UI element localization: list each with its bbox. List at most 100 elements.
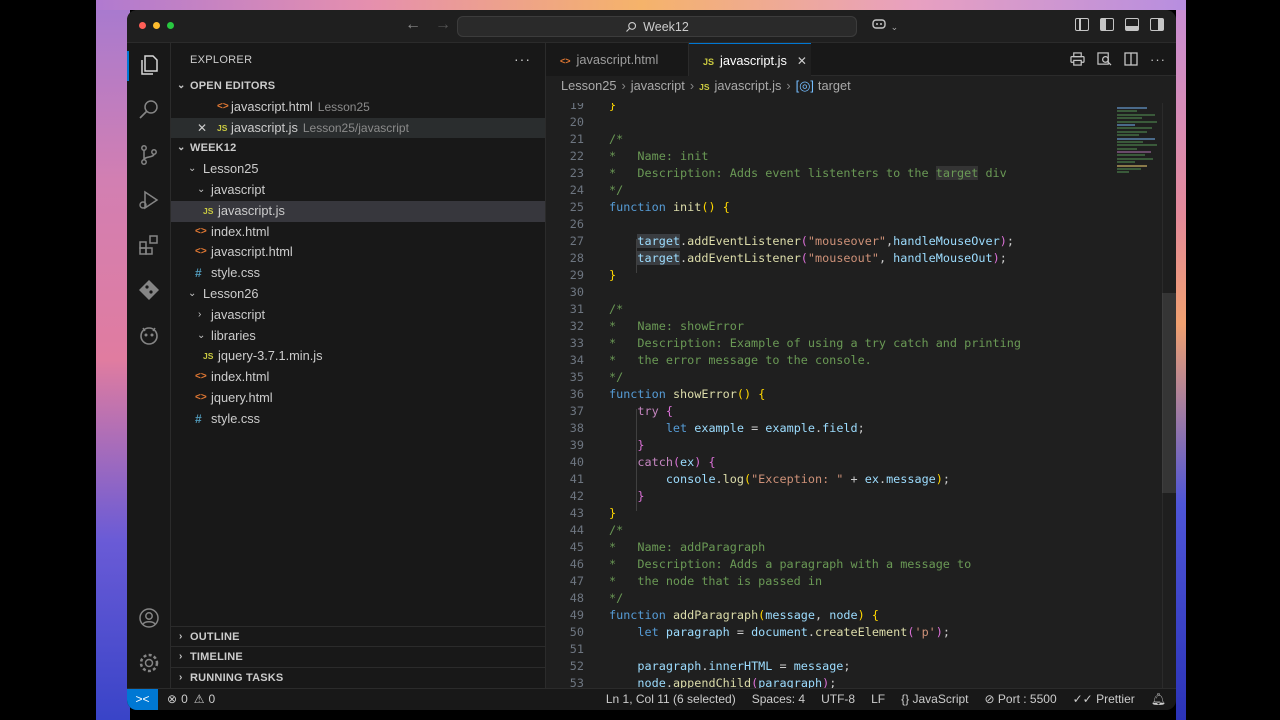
open-editor-item-active[interactable]: ✕ JS javascript.js Lesson25/javascript bbox=[171, 117, 545, 139]
chevron-right-icon: › bbox=[179, 630, 183, 642]
code-line: 45 * Name: addParagraph bbox=[569, 540, 766, 554]
code-editor[interactable]: 19} 20 21/* 22 * Name: init 23 * Descripti… bbox=[546, 103, 1121, 688]
title-bar: ← → Week12 ⌄ bbox=[127, 10, 1176, 43]
open-preview-icon[interactable] bbox=[1097, 52, 1112, 69]
search-icon[interactable] bbox=[137, 98, 161, 122]
run-debug-icon[interactable] bbox=[137, 188, 161, 212]
customize-layout-icon[interactable] bbox=[1075, 18, 1089, 31]
code-line: 27 target.addEventListener("mouseover",h… bbox=[569, 234, 1014, 248]
css-file-icon: # bbox=[195, 266, 202, 281]
tree-file-style-css[interactable]: # style.css bbox=[171, 263, 545, 284]
split-editor-icon[interactable] bbox=[1124, 52, 1138, 69]
notifications-bell-icon[interactable]: 🔔︎ bbox=[1151, 692, 1166, 706]
tree-file-index-html[interactable]: <> index.html bbox=[171, 222, 545, 243]
tree-file-index-html-2[interactable]: <> index.html bbox=[171, 367, 545, 388]
tree-file-javascript-js[interactable]: JS javascript.js bbox=[171, 200, 545, 222]
end-of-line[interactable]: LF bbox=[871, 692, 885, 706]
js-file-icon: JS bbox=[703, 57, 715, 67]
live-server-port[interactable]: ⊘ Port : 5500 bbox=[985, 692, 1057, 706]
code-line: 26 bbox=[569, 217, 584, 231]
close-window-button[interactable] bbox=[139, 22, 146, 29]
html-file-icon: <> bbox=[195, 225, 207, 237]
tree-folder-javascript-2[interactable]: › javascript bbox=[171, 305, 545, 326]
code-line: 23 * Description: Adds event listenters t… bbox=[569, 166, 1007, 180]
source-control-icon[interactable] bbox=[137, 143, 161, 167]
tab-javascript-js[interactable]: JS javascript.js ✕ bbox=[689, 43, 811, 76]
tab-label: javascript.js bbox=[720, 53, 787, 68]
gear-icon[interactable] bbox=[137, 651, 161, 675]
breadcrumb-folder[interactable]: Lesson25 bbox=[561, 78, 617, 93]
workspace-section[interactable]: ⌄ WEEK12 bbox=[171, 138, 545, 159]
code-line: 53 node.appendChild(paragraph); bbox=[569, 676, 837, 688]
copilot-menu-icon[interactable]: ⌄ bbox=[871, 17, 898, 33]
code-line: 20 bbox=[569, 115, 584, 129]
tree-folder-lesson26[interactable]: ⌄ Lesson26 bbox=[171, 284, 545, 305]
command-center-search[interactable]: Week12 bbox=[457, 16, 857, 37]
code-line: 38 let example = example.field; bbox=[569, 421, 865, 435]
tree-item-label: Lesson25 bbox=[203, 161, 259, 177]
tab-javascript-html[interactable]: <> javascript.html bbox=[546, 43, 689, 76]
broadcast-icon: ⊘ bbox=[984, 692, 995, 706]
editor-tabs: <> javascript.html JS javascript.js ✕ ··· bbox=[546, 43, 1176, 76]
tree-file-style-css-2[interactable]: # style.css bbox=[171, 409, 545, 430]
html-file-icon: <> bbox=[560, 56, 571, 66]
layout-controls bbox=[1075, 18, 1164, 31]
prettier-status[interactable]: ✓✓ Prettier bbox=[1073, 692, 1135, 706]
forward-arrow-icon[interactable]: → bbox=[435, 16, 451, 34]
cursor-position[interactable]: Ln 1, Col 11 (6 selected) bbox=[606, 692, 736, 706]
file-encoding[interactable]: UTF-8 bbox=[821, 692, 855, 706]
chevron-right-icon: › bbox=[689, 78, 695, 93]
close-tab-icon[interactable]: ✕ bbox=[797, 54, 807, 68]
toggle-panel-icon[interactable] bbox=[1125, 18, 1139, 31]
scrollbar-thumb[interactable] bbox=[1162, 293, 1176, 493]
open-editors-section[interactable]: ⌄ OPEN EDITORS bbox=[171, 76, 545, 97]
tree-file-jquery-html[interactable]: <> jquery.html bbox=[171, 388, 545, 409]
chevron-right-icon: › bbox=[179, 672, 183, 684]
breadcrumb-symbol[interactable]: target bbox=[818, 78, 851, 93]
breadcrumb-file[interactable]: javascript.js bbox=[715, 78, 782, 93]
editor-group: <> javascript.html JS javascript.js ✕ ··· L… bbox=[546, 43, 1176, 688]
tree-item-label: javascript bbox=[211, 306, 266, 322]
tree-file-jquery-js[interactable]: JS jquery-3.7.1.min.js bbox=[171, 346, 545, 367]
code-line: 29} bbox=[569, 268, 617, 282]
tree-folder-javascript[interactable]: ⌄ javascript bbox=[171, 180, 545, 201]
tree-item-label: javascript.js bbox=[218, 202, 285, 218]
tree-folder-libraries[interactable]: ⌄ libraries bbox=[171, 326, 545, 347]
tree-file-javascript-html[interactable]: <> javascript.html bbox=[171, 242, 545, 263]
code-line: 21/* bbox=[569, 132, 624, 146]
open-editor-item[interactable]: <> javascript.html Lesson25 bbox=[171, 97, 545, 118]
chevron-right-icon: › bbox=[179, 651, 183, 663]
sidebar-bottom-sections: › OUTLINE › TIMELINE › RUNNING TASKS bbox=[171, 625, 545, 688]
account-icon[interactable] bbox=[137, 606, 161, 630]
minimap[interactable] bbox=[1117, 107, 1162, 187]
running-tasks-section[interactable]: › RUNNING TASKS bbox=[171, 667, 545, 688]
files-icon[interactable] bbox=[137, 53, 161, 77]
code-line: 24 */ bbox=[569, 183, 624, 197]
more-actions-icon[interactable]: ··· bbox=[1150, 52, 1166, 69]
back-arrow-icon[interactable]: ← bbox=[405, 16, 421, 34]
more-actions-icon[interactable]: ··· bbox=[514, 51, 531, 67]
print-icon[interactable] bbox=[1070, 52, 1085, 69]
problems-indicator[interactable]: ⊗ 0 ⚠ 0 bbox=[167, 692, 215, 706]
outline-section[interactable]: › OUTLINE bbox=[171, 625, 545, 647]
breadcrumb-folder[interactable]: javascript bbox=[631, 78, 685, 93]
zoom-window-button[interactable] bbox=[167, 22, 174, 29]
remote-indicator-icon[interactable]: >< bbox=[127, 689, 158, 710]
code-line: 50 let paragraph = document.createElemen… bbox=[569, 625, 950, 639]
language-mode[interactable]: {} JavaScript bbox=[901, 692, 968, 706]
git-icon[interactable] bbox=[137, 278, 161, 302]
minimize-window-button[interactable] bbox=[153, 22, 160, 29]
close-editor-icon[interactable]: ✕ bbox=[197, 118, 207, 139]
toggle-primary-sidebar-icon[interactable] bbox=[1100, 18, 1114, 31]
extensions-icon[interactable] bbox=[137, 233, 161, 257]
indentation[interactable]: Spaces: 4 bbox=[752, 692, 805, 706]
chevron-down-icon: ⌄ bbox=[188, 287, 197, 299]
double-check-icon: ✓✓ bbox=[1072, 692, 1093, 706]
editor-scrollbar[interactable] bbox=[1162, 103, 1176, 688]
tree-folder-lesson25[interactable]: ⌄ Lesson25 bbox=[171, 159, 545, 180]
toggle-secondary-sidebar-icon[interactable] bbox=[1150, 18, 1164, 31]
section-label: TIMELINE bbox=[190, 651, 243, 664]
timeline-section[interactable]: › TIMELINE bbox=[171, 646, 545, 667]
copilot-icon[interactable] bbox=[137, 323, 161, 347]
open-editor-path: Lesson25/javascript bbox=[302, 120, 409, 135]
